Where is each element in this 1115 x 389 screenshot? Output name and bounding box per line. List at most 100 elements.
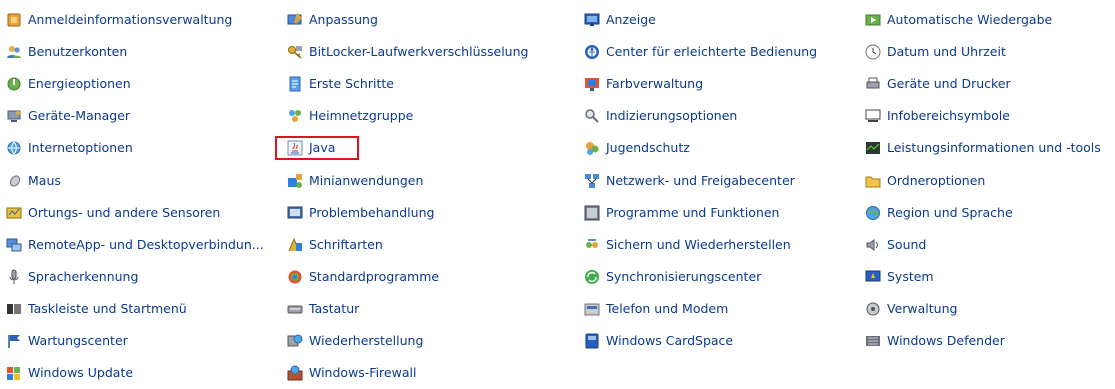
item-verwaltung[interactable]: Verwaltung [865,293,1101,325]
item-label[interactable]: Wartungscenter [28,333,128,349]
item-geraete-manager[interactable]: Geräte-Manager [6,100,264,132]
item-label[interactable]: Sichern und Wiederherstellen [606,237,791,253]
item-windows-defender[interactable]: Windows Defender [865,325,1101,357]
item-netzwerk-freigabecenter[interactable]: Netzwerk- und Freigabecenter [584,164,817,196]
item-windows-cardspace[interactable]: Windows CardSpace [584,325,817,357]
item-label[interactable]: Windows-Firewall [309,365,416,381]
item-jugendschutz[interactable]: Jugendschutz [584,132,817,164]
item-standardprogramme[interactable]: Standardprogramme [287,261,528,293]
item-label[interactable]: Internetoptionen [28,140,133,156]
item-label[interactable]: Benutzerkonten [28,44,127,60]
item-anmeldeinformationsverwaltung[interactable]: Anmeldeinformationsverwaltung [6,4,264,36]
item-infobereichsymbole[interactable]: Infobereichsymbole [865,100,1101,132]
column-1: Anmeldeinformationsverwaltung Benutzerkon… [6,4,264,389]
item-bitlocker[interactable]: BitLocker-Laufwerkverschlüsselung [287,36,528,68]
item-label[interactable]: Tastatur [309,301,359,317]
item-label[interactable]: Automatische Wiedergabe [887,12,1052,28]
item-label[interactable]: Sound [887,237,926,253]
item-label[interactable]: Leistungsinformationen und -tools [887,140,1101,156]
item-label[interactable]: Geräte-Manager [28,108,130,124]
item-programme-funktionen[interactable]: Programme und Funktionen [584,197,817,229]
item-maus[interactable]: Maus [6,164,264,196]
item-anpassung[interactable]: Anpassung [287,4,528,36]
item-label[interactable]: Synchronisierungscenter [606,269,761,285]
item-spracherkennung[interactable]: Spracherkennung [6,261,264,293]
item-farbverwaltung[interactable]: Farbverwaltung [584,68,817,100]
item-leistungsinformationen[interactable]: Leistungsinformationen und -tools [865,132,1101,164]
item-label[interactable]: Anpassung [309,12,378,28]
item-erste-schritte[interactable]: Erste Schritte [287,68,528,100]
item-label[interactable]: Standardprogramme [309,269,439,285]
item-remoteapp[interactable]: RemoteApp- und Desktopverbindun... [6,229,264,261]
item-windows-update[interactable]: Windows Update [6,357,264,389]
item-label[interactable]: Taskleiste und Startmenü [28,301,187,317]
item-sound[interactable]: Sound [865,229,1101,261]
item-heimnetzgruppe[interactable]: Heimnetzgruppe [287,100,528,132]
item-label[interactable]: Region und Sprache [887,205,1013,221]
item-label[interactable]: Programme und Funktionen [606,205,779,221]
item-label[interactable]: Heimnetzgruppe [309,108,413,124]
item-label[interactable]: Windows Update [28,365,133,381]
item-region-sprache[interactable]: Region und Sprache [865,197,1101,229]
troubleshooting-icon [287,205,303,221]
item-benutzerkonten[interactable]: Benutzerkonten [6,36,264,68]
item-synchronisierungscenter[interactable]: Synchronisierungscenter [584,261,817,293]
item-energieoptionen[interactable]: Energieoptionen [6,68,264,100]
item-label[interactable]: Netzwerk- und Freigabecenter [606,173,795,189]
default-programs-icon [287,269,303,285]
credential-vault-icon [6,12,22,28]
item-taskleiste[interactable]: Taskleiste und Startmenü [6,293,264,325]
item-label[interactable]: Ordneroptionen [887,173,985,189]
item-label[interactable]: Maus [28,173,61,189]
item-wartungscenter[interactable]: Wartungscenter [6,325,264,357]
item-label[interactable]: Schriftarten [309,237,383,253]
item-problembehandlung[interactable]: Problembehandlung [287,197,528,229]
item-label[interactable]: Farbverwaltung [606,76,703,92]
item-sichern-wiederherstellen[interactable]: Sichern und Wiederherstellen [584,229,817,261]
item-label[interactable]: System [887,269,934,285]
item-ordneroptionen[interactable]: Ordneroptionen [865,164,1101,196]
item-telefon-modem[interactable]: Telefon und Modem [584,293,817,325]
item-tastatur[interactable]: Tastatur [287,293,528,325]
item-label[interactable]: Java [309,140,335,156]
sound-icon [865,237,881,253]
item-label[interactable]: Windows Defender [887,333,1005,349]
item-label[interactable]: Problembehandlung [309,205,434,221]
item-label[interactable]: Energieoptionen [28,76,131,92]
item-automatische-wiedergabe[interactable]: Automatische Wiedergabe [865,4,1101,36]
internet-options-icon [6,140,22,156]
item-label[interactable]: Infobereichsymbole [887,108,1010,124]
item-minianwendungen[interactable]: Minianwendungen [287,164,528,196]
item-label[interactable]: Verwaltung [887,301,957,317]
item-label[interactable]: BitLocker-Laufwerkverschlüsselung [309,44,528,60]
item-indizierungsoptionen[interactable]: Indizierungsoptionen [584,100,817,132]
item-label[interactable]: Jugendschutz [606,140,690,156]
item-schriftarten[interactable]: Schriftarten [287,229,528,261]
item-label[interactable]: Anmeldeinformationsverwaltung [28,12,232,28]
speech-recognition-icon [6,269,22,285]
item-java[interactable]: Java [274,132,528,164]
item-label[interactable]: Geräte und Drucker [887,76,1011,92]
item-label[interactable]: Anzeige [606,12,656,28]
item-ortungs-sensoren[interactable]: Ortungs- und andere Sensoren [6,197,264,229]
item-windows-firewall[interactable]: Windows-Firewall [287,357,528,389]
item-datum-uhrzeit[interactable]: Datum und Uhrzeit [865,36,1101,68]
item-label[interactable]: RemoteApp- und Desktopverbindun... [28,237,264,253]
item-anzeige[interactable]: Anzeige [584,4,817,36]
item-label[interactable]: Erste Schritte [309,76,394,92]
item-wiederherstellung[interactable]: Wiederherstellung [287,325,528,357]
item-internetoptionen[interactable]: Internetoptionen [6,132,264,164]
item-label[interactable]: Windows CardSpace [606,333,733,349]
item-label[interactable]: Telefon und Modem [606,301,728,317]
item-label[interactable]: Ortungs- und andere Sensoren [28,205,220,221]
item-system[interactable]: System [865,261,1101,293]
item-geraete-drucker[interactable]: Geräte und Drucker [865,68,1101,100]
performance-icon [865,140,881,156]
item-erleichterte-bedienung[interactable]: Center für erleichterte Bedienung [584,36,817,68]
item-label[interactable]: Spracherkennung [28,269,138,285]
item-label[interactable]: Datum und Uhrzeit [887,44,1006,60]
item-label[interactable]: Wiederherstellung [309,333,423,349]
item-label[interactable]: Center für erleichterte Bedienung [606,44,817,60]
item-label[interactable]: Indizierungsoptionen [606,108,737,124]
item-label[interactable]: Minianwendungen [309,173,423,189]
